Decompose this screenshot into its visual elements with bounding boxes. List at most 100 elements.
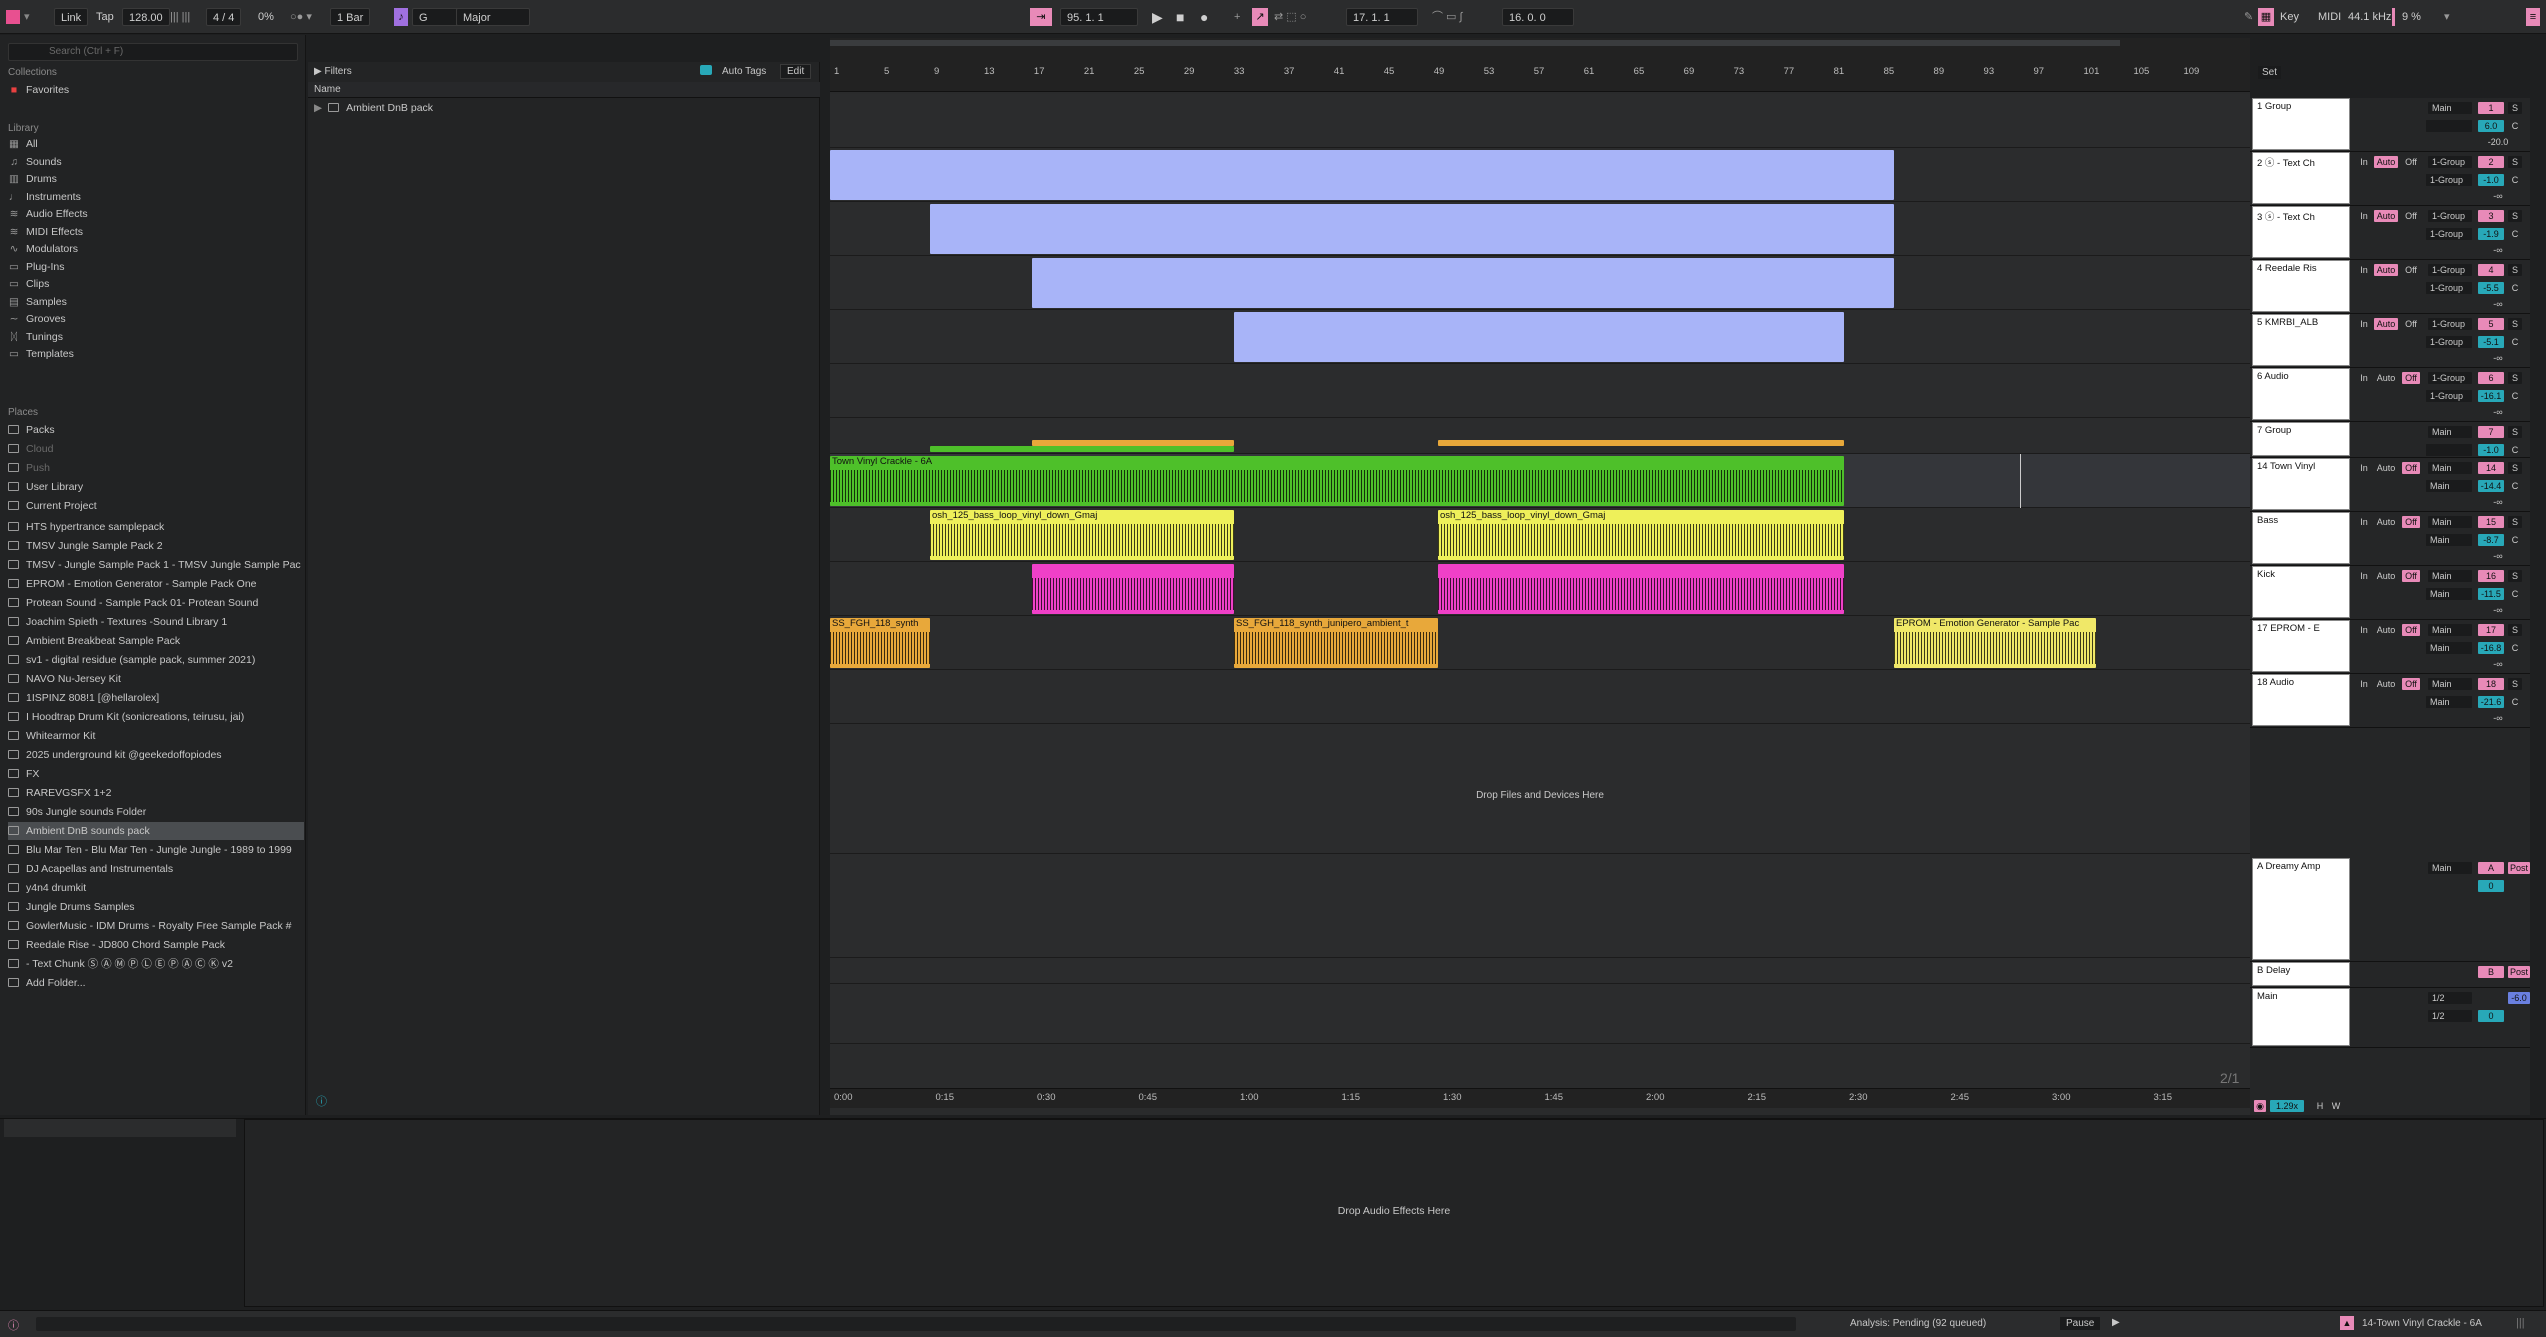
folder-item[interactable]: Reedale Rise - JD800 Chord Sample Pack	[8, 936, 304, 954]
edit-button[interactable]: Edit	[780, 64, 812, 79]
browser-item[interactable]: ▶ Ambient DnB pack	[314, 102, 433, 114]
volume-field[interactable]: -8.7	[2478, 534, 2504, 546]
monitor-off-button[interactable]: Off	[2402, 516, 2420, 528]
menu-chevron-icon[interactable]: ▾	[24, 8, 30, 26]
input-label[interactable]: In	[2358, 570, 2370, 582]
sidebar-item-drums[interactable]: ▥ Drums	[8, 170, 304, 188]
return-track-name[interactable]: A Dreamy Amp	[2252, 858, 2350, 960]
solo-button[interactable]: S	[2508, 372, 2522, 384]
volume-field[interactable]: -16.1	[2478, 390, 2504, 402]
track-header[interactable]: BassInAutoOffMain▾Main15S-8.7C-∞	[2250, 512, 2530, 566]
folder-item[interactable]: Protean Sound - Sample Pack 01- Protean …	[8, 594, 304, 612]
search-input[interactable]: Search (Ctrl + F)	[8, 43, 298, 61]
track-name[interactable]: 18 Audio	[2252, 674, 2350, 726]
track-activator[interactable]: 1	[2478, 102, 2504, 114]
sidebar-item-all[interactable]: ▦ All	[8, 135, 304, 153]
loop-start-field[interactable]: 17. 1. 1	[1346, 8, 1418, 26]
clip[interactable]	[930, 204, 1894, 254]
post-button[interactable]: Post	[2508, 862, 2530, 874]
routing-dropdown[interactable]: Main	[2426, 480, 2472, 492]
place-item-current-project[interactable]: Current Project	[8, 497, 304, 515]
auto-button[interactable]: Auto	[2374, 462, 2398, 474]
pan-field[interactable]: C	[2508, 480, 2522, 492]
routing-dropdown[interactable]	[2426, 120, 2472, 132]
track-lane[interactable]	[830, 724, 2250, 854]
clip[interactable]: SS_FGH_118_synth	[830, 618, 930, 668]
time-ruler[interactable]: 0:00 0:15 0:30 0:45 1:00 1:15 1:30 1:45 2:00 2:15…	[830, 1088, 2250, 1108]
track-name[interactable]: Bass	[2252, 512, 2350, 564]
post-button[interactable]: Post	[2508, 966, 2530, 978]
send-field[interactable]: -∞	[2478, 406, 2518, 418]
clip[interactable]	[1032, 258, 1894, 308]
browser-toggle-icon[interactable]	[6, 10, 20, 24]
track-name[interactable]: 3 ⓢ - Text Ch	[2252, 206, 2350, 258]
track-header[interactable]: 14 Town VinylInAutoOffMain▾Main14S-14.4C…	[2250, 458, 2530, 512]
output-dropdown[interactable]: 1-Group	[2428, 318, 2472, 330]
volume-field[interactable]: -21.6	[2478, 696, 2504, 708]
output-dropdown[interactable]: 1-Group	[2428, 264, 2472, 276]
input-label[interactable]: In	[2358, 156, 2370, 168]
bar-ruler[interactable]: 1 5 9 13 17 21 25 29 33 37 41 45 49 53 57 61 65 69 73 77 81 8…	[830, 64, 2250, 92]
monitor-off-button[interactable]: Off	[2402, 570, 2420, 582]
track-name[interactable]: 7 Group	[2252, 422, 2350, 456]
tempo-field[interactable]: 128.00	[122, 8, 170, 26]
stop-icon[interactable]: ■	[1176, 8, 1184, 26]
width-toggle[interactable]: W	[2330, 1100, 2342, 1112]
scale-dropdown[interactable]: Major	[456, 8, 530, 26]
clip[interactable]: SS_FGH_118_synth_junipero_ambient_t	[1234, 618, 1438, 668]
place-item-cloud[interactable]: Cloud	[8, 440, 304, 458]
volume-field[interactable]: -1.0	[2478, 444, 2504, 456]
output-dropdown[interactable]: Main	[2428, 426, 2472, 438]
monitor-off-button[interactable]: Off	[2402, 462, 2420, 474]
track-header[interactable]: 6 AudioInAutoOff1-Group▾1-Group6S-16.1C-…	[2250, 368, 2530, 422]
input-label[interactable]: In	[2358, 210, 2370, 222]
routing-dropdown[interactable]: 1-Group	[2426, 228, 2472, 240]
auto-tags-button[interactable]: Auto Tags	[722, 66, 766, 77]
output-dropdown[interactable]: 1-Group	[2428, 372, 2472, 384]
loop-length-field[interactable]: 16. 0. 0	[1502, 8, 1574, 26]
solo-button[interactable]: S	[2508, 624, 2522, 636]
track-header[interactable]: 5 KMRBI_ALBInAutoOff1-Group▾1-Group5S-5.…	[2250, 314, 2530, 368]
input-label[interactable]: In	[2358, 318, 2370, 330]
midi-map-label[interactable]: MIDI	[2318, 8, 2341, 26]
folder-item[interactable]: GowlerMusic - IDM Drums - Royalty Free S…	[8, 917, 304, 935]
routing-dropdown[interactable]: Main	[2426, 696, 2472, 708]
folder-item[interactable]: 90s Jungle sounds Folder	[8, 803, 304, 821]
monitor-off-button[interactable]: Off	[2402, 624, 2420, 636]
track-lane[interactable]	[830, 854, 2250, 958]
automation-arm-icon[interactable]: ↗	[1252, 8, 1268, 26]
routing-dropdown[interactable]: 1-Group	[2426, 336, 2472, 348]
link-button[interactable]: Link	[54, 8, 89, 26]
track-name[interactable]: 14 Town Vinyl	[2252, 458, 2350, 510]
track-activator[interactable]: 6	[2478, 372, 2504, 384]
input-label[interactable]: In	[2358, 462, 2370, 474]
track-activator[interactable]: A	[2478, 862, 2504, 874]
height-toggle[interactable]: H	[2314, 1100, 2326, 1112]
output-dropdown[interactable]: 1/2	[2428, 992, 2472, 1004]
send-field[interactable]: -∞	[2478, 550, 2518, 562]
monitor-off-button[interactable]: Off	[2402, 264, 2420, 276]
folder-item[interactable]: 1ISPINZ 808!1 [@hellarolex]	[8, 689, 304, 707]
routing-dropdown[interactable]: 1-Group	[2426, 390, 2472, 402]
auto-button[interactable]: Auto	[2374, 570, 2398, 582]
return-track-header[interactable]: Main 1/2 0 1/2 -6.0	[2250, 988, 2530, 1048]
routing-dropdown[interactable]: Main	[2426, 642, 2472, 654]
solo-button[interactable]: S	[2508, 210, 2522, 222]
volume-field[interactable]: -11.5	[2478, 588, 2504, 600]
quantize-dropdown[interactable]: 1 Bar	[330, 8, 371, 26]
output-dropdown[interactable]: Main	[2428, 102, 2472, 114]
track-name[interactable]: 5 KMRBI_ALB	[2252, 314, 2350, 366]
pan-field[interactable]: C	[2508, 390, 2522, 402]
clip[interactable]	[1234, 312, 1844, 362]
routing-dropdown[interactable]: 1-Group	[2426, 174, 2472, 186]
name-column-header[interactable]: Name	[314, 84, 341, 95]
folder-item[interactable]: Ambient Breakbeat Sample Pack	[8, 632, 304, 650]
folder-item[interactable]: Ambient DnB sounds pack	[8, 822, 304, 840]
send-field[interactable]: -20.0	[2478, 136, 2518, 148]
resume-icon[interactable]: ▶	[2112, 1317, 2120, 1328]
output-dropdown[interactable]: 1-Group	[2428, 210, 2472, 222]
auto-button[interactable]: Auto	[2374, 318, 2398, 330]
solo-button[interactable]: S	[2508, 102, 2522, 114]
tap-button[interactable]: Tap	[96, 8, 114, 26]
clip[interactable]	[830, 150, 1894, 200]
